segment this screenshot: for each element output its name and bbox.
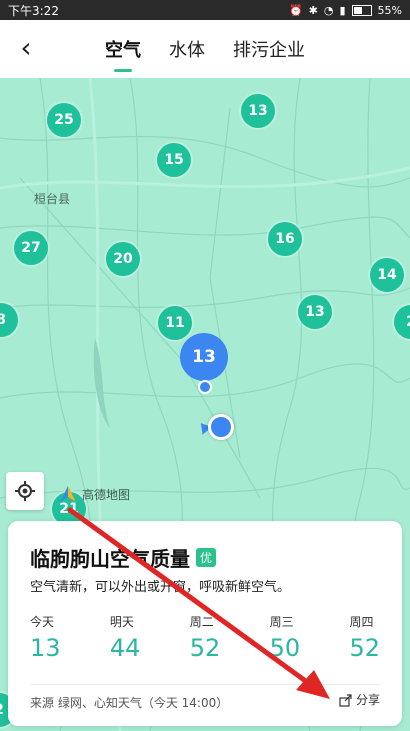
forecast-day-label: 今天 — [30, 615, 55, 629]
forecast-day: 今天 13 — [30, 613, 61, 662]
battery-percent: 55% — [377, 3, 402, 17]
status-bar: 下午3:22 ⏰ ✱ ◔ ▮ 55% — [0, 0, 410, 20]
map-provider-name: 高德地图 — [82, 487, 131, 502]
card-title: 临朐朐山空气质量 — [30, 547, 190, 571]
aqi-marker[interactable]: 13 — [298, 295, 332, 329]
card-title-row: 临朐朐山空气质量 优 — [30, 543, 217, 572]
signal-icon: ▮ — [339, 3, 346, 17]
forecast-aqi-value: 44 — [109, 634, 141, 662]
forecast-day: 明天 44 — [110, 613, 141, 662]
air-quality-description: 空气清新，可以外出或开窗，呼吸新鲜空气。 — [30, 580, 291, 595]
aqi-marker[interactable]: 25 — [47, 103, 81, 137]
bluetooth-icon: ✱ — [308, 3, 318, 17]
aqi-marker[interactable]: 20 — [106, 242, 140, 276]
quality-badge: 优 — [196, 548, 217, 567]
alarm-icon: ⏰ — [288, 3, 303, 17]
forecast-aqi-value: 52 — [349, 634, 380, 662]
aqi-marker[interactable]: 14 — [370, 258, 404, 292]
forecast-day-label: 明天 — [109, 615, 134, 629]
place-label: 桓台县 — [34, 192, 71, 206]
top-navigation: ‹ 空气 水体 排污企业 — [0, 20, 410, 78]
forecast-aqi-value: 50 — [269, 634, 301, 662]
forecast-day: 周三 50 — [270, 613, 301, 662]
back-button[interactable]: ‹ — [12, 32, 40, 64]
tab-water[interactable]: 水体 — [167, 36, 207, 62]
aqi-marker[interactable]: 13 — [241, 94, 275, 128]
station-dot — [198, 380, 212, 394]
forecast-day: 周四 52 — [349, 613, 380, 662]
amap-logo-icon — [60, 486, 76, 502]
tab-polluting-enterprises[interactable]: 排污企业 — [231, 36, 307, 62]
forecast-row: 今天 13 明天 44 周二 52 周三 50 周四 52 — [30, 613, 380, 662]
card-divider — [30, 684, 380, 685]
tab-air[interactable]: 空气 — [103, 36, 143, 62]
data-source: 来源 绿网、心知天气（今天 14:00） — [30, 696, 229, 710]
air-quality-card[interactable]: 临朐朐山空气质量 优 空气清新，可以外出或开窗，呼吸新鲜空气。 今天 13 明天… — [8, 521, 402, 726]
tab-bar: 空气 水体 排污企业 — [103, 20, 307, 78]
share-button[interactable]: 分享 — [339, 691, 380, 708]
forecast-day: 周二 52 — [190, 613, 221, 662]
wifi-icon: ◔ — [323, 3, 334, 17]
crosshair-icon — [15, 481, 35, 501]
aqi-marker[interactable]: 27 — [14, 231, 48, 265]
chevron-left-icon: ‹ — [20, 31, 32, 64]
map-provider-logo: 高德地图 — [58, 484, 130, 504]
aqi-marker[interactable]: 15 — [157, 143, 191, 177]
share-icon — [339, 693, 352, 707]
forecast-aqi-value: 52 — [189, 634, 221, 662]
locate-button[interactable] — [6, 472, 44, 510]
forecast-day-label: 周四 — [349, 615, 374, 629]
forecast-day-label: 周三 — [269, 615, 294, 629]
status-icons: ⏰ ✱ ◔ ▮ 55% — [289, 4, 402, 17]
status-time: 下午3:22 — [8, 3, 59, 18]
forecast-aqi-value: 13 — [30, 634, 61, 662]
aqi-marker[interactable]: 16 — [268, 222, 302, 256]
battery-icon — [351, 4, 372, 16]
forecast-day-label: 周二 — [189, 615, 214, 629]
current-location-icon — [208, 414, 234, 440]
share-label: 分享 — [355, 693, 380, 707]
